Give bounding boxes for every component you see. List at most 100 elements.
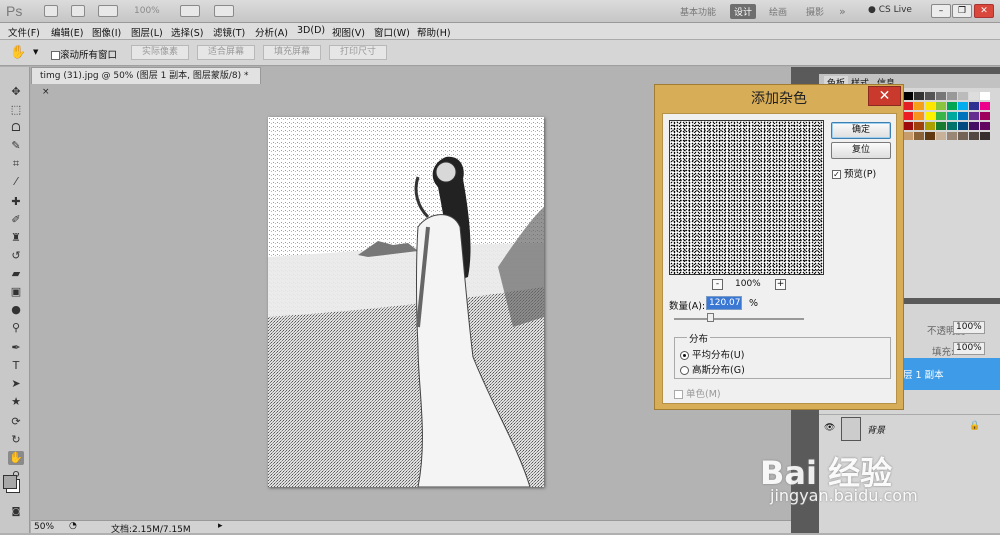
status-doc-info: 文档:2.15M/7.15M xyxy=(111,525,191,535)
status-menu-arrow-icon[interactable]: ▸ xyxy=(218,521,223,531)
shape-tool-icon[interactable]: ★ xyxy=(8,395,24,409)
swatch-colors[interactable] xyxy=(903,92,999,152)
arrange-documents-icon[interactable] xyxy=(180,5,200,17)
marquee-tool-icon[interactable]: ⬚ xyxy=(8,103,24,117)
menu-layer[interactable]: 图层(L) xyxy=(131,25,163,39)
fill-field[interactable]: 100% xyxy=(953,342,985,355)
sketch-photo xyxy=(268,117,544,488)
workspace-essentials[interactable]: 基本功能 xyxy=(676,4,720,19)
blur-tool-icon[interactable]: ● xyxy=(8,303,24,317)
dialog-close-icon[interactable]: ✕ xyxy=(868,86,901,106)
actual-pixels-button[interactable]: 实际像素 xyxy=(131,45,189,60)
move-tool-icon[interactable]: ✥ xyxy=(8,85,24,99)
preview-zoom: 100% xyxy=(735,279,761,289)
menu-bar: 文件(F) 编辑(E) 图像(I) 图层(L) 选择(S) 滤镜(T) 分析(A… xyxy=(0,23,1000,40)
restore-icon[interactable]: ❐ xyxy=(952,4,972,18)
amount-unit: % xyxy=(749,298,759,309)
menu-help[interactable]: 帮助(H) xyxy=(417,25,451,39)
minimize-icon[interactable]: – xyxy=(931,4,951,18)
more-workspaces-icon[interactable]: » xyxy=(835,4,850,19)
crop-tool-icon[interactable]: ⌗ xyxy=(8,157,24,171)
status-info-icon[interactable]: ◔ xyxy=(69,521,77,531)
distribution-group: 分布 平均分布(U) 高斯分布(G) xyxy=(674,331,891,379)
path-selection-tool-icon[interactable]: ➤ xyxy=(8,377,24,391)
layer-thumbnail xyxy=(841,417,861,441)
mini-bridge-icon[interactable] xyxy=(71,5,85,17)
fill-screen-button[interactable]: 填充屏幕 xyxy=(263,45,321,60)
bridge-icon[interactable] xyxy=(44,5,58,17)
healing-brush-tool-icon[interactable]: ✚ xyxy=(8,195,24,209)
document-tab-title: timg (31).jpg @ 50% (图层 1 副本, 图层蒙版/8) * xyxy=(40,71,249,81)
gradient-tool-icon[interactable]: ▣ xyxy=(8,285,24,299)
gaussian-option[interactable]: 高斯分布(G) xyxy=(680,362,745,376)
opacity-field[interactable]: 100% xyxy=(953,321,985,334)
menu-3d[interactable]: 3D(D) xyxy=(297,25,325,36)
amount-slider-thumb[interactable] xyxy=(707,313,714,322)
quick-mask-icon[interactable]: ◙ xyxy=(8,505,24,519)
toolbox: ✥ ⬚ ᗝ ✎ ⌗ ⁄ ✚ ✐ ♜ ↺ ▰ ▣ ● ⚲ ✒ T ➤ ★ ⟳ ↻ … xyxy=(0,67,30,533)
menu-filter[interactable]: 滤镜(T) xyxy=(213,25,245,39)
cs-live-button[interactable]: ● CS Live xyxy=(868,5,912,15)
options-bar: ✋ ▼ 滚动所有窗口 实际像素 适合屏幕 填充屏幕 打印尺寸 xyxy=(0,40,1000,66)
menu-view[interactable]: 视图(V) xyxy=(332,25,365,39)
menu-select[interactable]: 选择(S) xyxy=(171,25,203,39)
gaussian-radio[interactable] xyxy=(680,366,689,375)
amount-label: 数量(A): xyxy=(669,301,706,312)
zoom-level[interactable]: 100% xyxy=(134,6,160,16)
menu-file[interactable]: 文件(F) xyxy=(8,25,40,39)
noise-preview[interactable] xyxy=(669,120,824,275)
dodge-tool-icon[interactable]: ⚲ xyxy=(8,321,24,335)
foreground-color-swatch[interactable] xyxy=(3,475,17,489)
type-tool-icon[interactable]: T xyxy=(8,359,24,373)
3d-orbit-tool-icon[interactable]: ↻ xyxy=(8,433,24,447)
screen-mode-icon[interactable] xyxy=(214,5,234,17)
preview-checkbox[interactable]: ✓ xyxy=(832,170,841,179)
document-tab-close-icon[interactable]: × xyxy=(42,87,50,97)
print-size-button[interactable]: 打印尺寸 xyxy=(329,45,387,60)
lasso-tool-icon[interactable]: ᗝ xyxy=(8,121,24,135)
status-zoom[interactable]: 50% xyxy=(34,522,54,532)
preview-toggle[interactable]: ✓ 预览(P) xyxy=(832,166,876,180)
zoom-in-icon[interactable]: + xyxy=(775,279,786,290)
tool-preset-dropdown-icon[interactable]: ▼ xyxy=(33,48,38,56)
hand-tool-icon[interactable]: ✋ xyxy=(8,451,24,465)
amount-input[interactable]: 120.07 xyxy=(706,296,742,310)
pen-tool-icon[interactable]: ✒ xyxy=(8,341,24,355)
eyedropper-tool-icon[interactable]: ⁄ xyxy=(8,175,24,189)
brush-tool-icon[interactable]: ✐ xyxy=(8,213,24,227)
hand-tool-icon[interactable]: ✋ xyxy=(10,45,26,60)
swatch-grid[interactable] xyxy=(903,92,999,152)
clone-stamp-tool-icon[interactable]: ♜ xyxy=(8,231,24,245)
ok-button[interactable]: 确定 xyxy=(831,122,891,139)
amount-slider-track[interactable] xyxy=(674,318,804,320)
scroll-all-windows[interactable]: 滚动所有窗口 xyxy=(51,47,117,61)
menu-window[interactable]: 窗口(W) xyxy=(374,25,410,39)
scroll-all-checkbox[interactable] xyxy=(51,51,60,60)
lock-icon: 🔒 xyxy=(969,421,981,431)
title-bar: Ps 100% 基本功能 设计 绘画 摄影 » ● CS Live – ❐ ✕ xyxy=(0,0,1000,23)
history-brush-tool-icon[interactable]: ↺ xyxy=(8,249,24,263)
reset-button[interactable]: 复位 xyxy=(831,142,891,159)
quick-select-tool-icon[interactable]: ✎ xyxy=(8,139,24,153)
monochromatic-option[interactable]: 单色(M) xyxy=(674,386,721,400)
uniform-option[interactable]: 平均分布(U) xyxy=(680,347,744,361)
monochromatic-checkbox[interactable] xyxy=(674,390,683,399)
document-tab[interactable]: timg (31).jpg @ 50% (图层 1 副本, 图层蒙版/8) * … xyxy=(31,67,261,97)
eraser-tool-icon[interactable]: ▰ xyxy=(8,267,24,281)
uniform-radio[interactable] xyxy=(680,351,689,360)
dialog-title: 添加杂色 xyxy=(751,91,807,107)
baidu-watermark-url: jingyan.baidu.com xyxy=(770,486,918,505)
menu-analysis[interactable]: 分析(A) xyxy=(255,25,288,39)
menu-edit[interactable]: 编辑(E) xyxy=(51,25,83,39)
view-extras-icon[interactable] xyxy=(98,5,118,17)
layer-row-background[interactable]: 👁 背景 🔒 xyxy=(819,414,1000,442)
close-icon[interactable]: ✕ xyxy=(974,4,994,18)
fit-screen-button[interactable]: 适合屏幕 xyxy=(197,45,255,60)
visibility-eye-icon[interactable]: 👁 xyxy=(824,423,835,433)
workspace-design[interactable]: 设计 xyxy=(730,4,757,19)
zoom-out-icon[interactable]: - xyxy=(712,279,723,290)
3d-rotate-tool-icon[interactable]: ⟳ xyxy=(8,415,24,429)
workspace-painting[interactable]: 绘画 xyxy=(765,4,791,19)
workspace-photography[interactable]: 摄影 xyxy=(802,4,828,19)
menu-image[interactable]: 图像(I) xyxy=(92,25,121,39)
